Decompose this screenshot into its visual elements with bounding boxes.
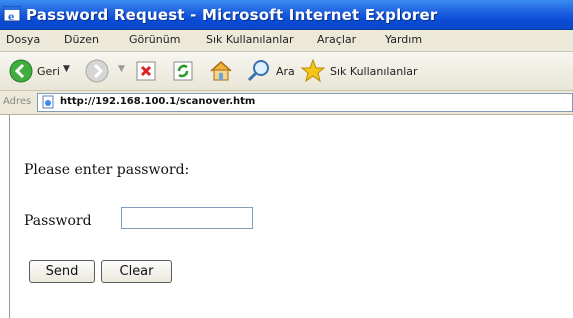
back-label[interactable]: Geri: [37, 65, 60, 78]
address-url[interactable]: http://192.168.100.1/scanover.htm: [60, 96, 255, 107]
page-content: Please enter password: Password Send Cle…: [0, 115, 573, 318]
menu-item-favorites[interactable]: Sık Kullanılanlar: [206, 33, 294, 46]
menu-item-gorunum[interactable]: Görünüm: [129, 33, 180, 46]
ie-window-icon: e: [3, 6, 21, 23]
forward-dropdown-icon[interactable]: ▼: [118, 64, 125, 74]
stop-icon[interactable]: [135, 58, 159, 84]
password-input[interactable]: [121, 207, 253, 229]
password-label: Password: [24, 213, 92, 229]
menu-item-araclar[interactable]: Araçlar: [317, 33, 356, 46]
back-dropdown-icon[interactable]: ▼: [63, 64, 70, 74]
home-icon[interactable]: [208, 58, 234, 84]
back-icon[interactable]: [8, 58, 34, 84]
send-button[interactable]: Send: [29, 260, 95, 283]
refresh-icon[interactable]: [172, 58, 196, 84]
clear-button[interactable]: Clear: [101, 260, 172, 283]
address-field[interactable]: http://192.168.100.1/scanover.htm: [37, 93, 573, 112]
favorites-icon[interactable]: [300, 58, 326, 84]
standard-toolbar: Geri ▼ ▼ Ara Sık Kullanılanlar: [0, 52, 573, 91]
svg-text:e: e: [8, 12, 14, 23]
content-border: [9, 115, 10, 318]
menu-item-duzen[interactable]: Düzen: [64, 33, 99, 46]
search-label[interactable]: Ara: [276, 65, 295, 78]
address-bar: Adres http://192.168.100.1/scanover.htm: [0, 91, 573, 115]
password-prompt: Please enter password:: [24, 162, 190, 178]
search-icon[interactable]: [246, 58, 272, 84]
menu-bar: Dosya Düzen Görünüm Sık Kullanılanlar Ar…: [0, 30, 573, 52]
window-titlebar[interactable]: e Password Request - Microsoft Internet …: [0, 0, 573, 30]
favorites-label[interactable]: Sık Kullanılanlar: [330, 65, 418, 78]
window-title: Password Request - Microsoft Internet Ex…: [26, 6, 438, 24]
forward-icon[interactable]: [84, 58, 110, 84]
menu-item-dosya[interactable]: Dosya: [6, 33, 40, 46]
page-icon: [42, 95, 54, 109]
address-label: Adres: [3, 96, 32, 107]
menu-item-yardim[interactable]: Yardım: [385, 33, 422, 46]
